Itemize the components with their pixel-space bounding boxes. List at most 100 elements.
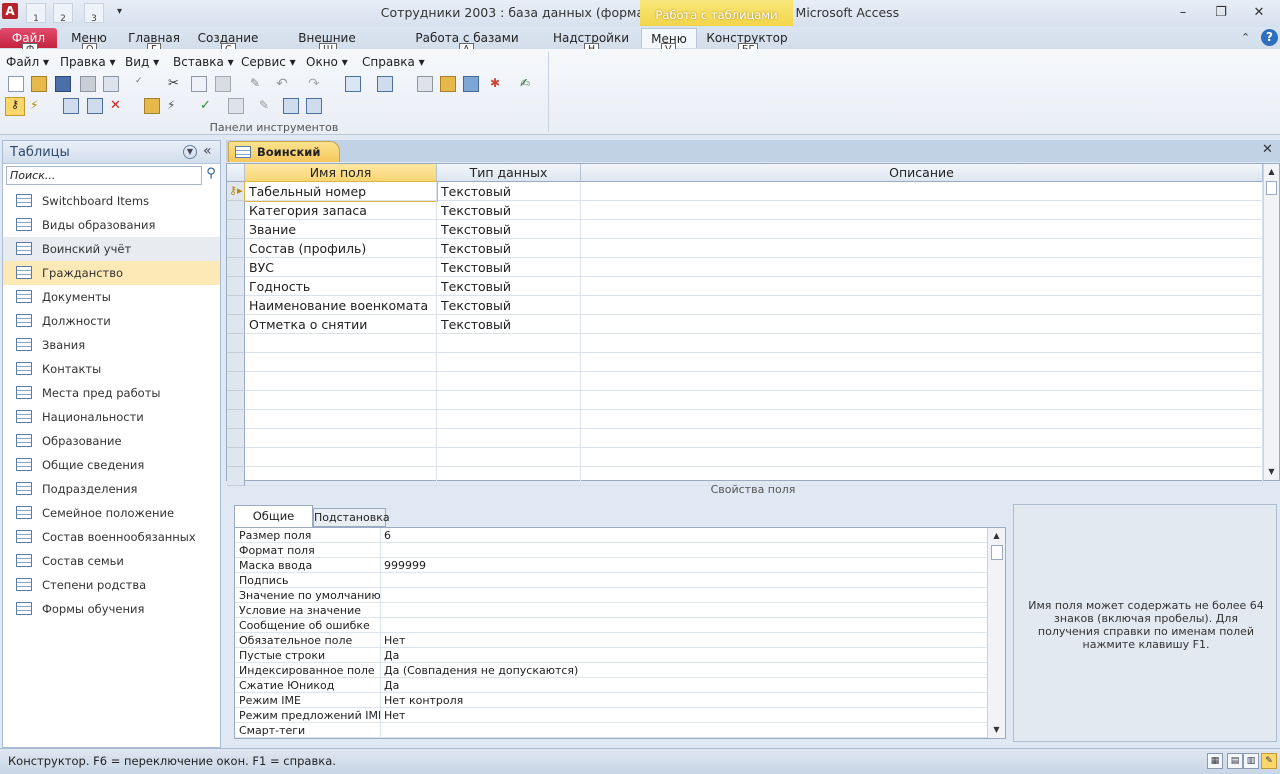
nav-item-table[interactable]: Национальности	[3, 405, 220, 429]
property-value[interactable]	[380, 588, 987, 603]
description-cell[interactable]	[581, 258, 1263, 277]
nav-item-table[interactable]: Виды образования	[3, 213, 220, 237]
undo-icon[interactable]: ↶	[276, 76, 292, 92]
chevron-down-icon[interactable]: ▼	[183, 145, 197, 159]
row-selector[interactable]	[227, 334, 245, 353]
description-cell[interactable]	[581, 353, 1263, 372]
field-name-cell[interactable]: Звание	[245, 220, 437, 239]
build-icon[interactable]: ⚡	[30, 98, 46, 114]
property-row[interactable]: Условие на значение	[235, 603, 987, 618]
row-selector[interactable]	[227, 258, 245, 277]
table-row[interactable]	[245, 410, 1263, 429]
new-icon[interactable]	[8, 76, 24, 92]
data-type-cell[interactable]: Текстовый	[437, 201, 581, 220]
grid-scrollbar[interactable]: ▲ ▼	[1263, 164, 1279, 480]
insert-rows-icon[interactable]	[63, 98, 79, 114]
tab-lookup[interactable]: Подстановка	[313, 508, 390, 527]
menu-view[interactable]: Вид ▾	[125, 55, 159, 71]
table-row[interactable]: ВУС Текстовый	[245, 258, 1263, 277]
description-cell[interactable]	[581, 429, 1263, 448]
description-cell[interactable]	[581, 410, 1263, 429]
menu-window[interactable]: Окно ▾	[306, 55, 348, 71]
property-row[interactable]: Сжатие Юникод Да	[235, 678, 987, 693]
description-cell[interactable]	[581, 182, 1263, 201]
nav-item-table[interactable]: Общие сведения	[3, 453, 220, 477]
table-row[interactable]	[245, 372, 1263, 391]
table-row[interactable]	[245, 448, 1263, 467]
property-sheet-icon[interactable]	[144, 98, 160, 114]
row-selector[interactable]	[227, 429, 245, 448]
nav-item-table[interactable]: Звания	[3, 333, 220, 357]
property-row[interactable]: Формат поля	[235, 543, 987, 558]
nav-item-table[interactable]: Формы обучения	[3, 597, 220, 621]
data-type-cell[interactable]	[437, 334, 581, 353]
property-value[interactable]	[380, 723, 987, 738]
object-dependencies-icon[interactable]	[463, 76, 479, 92]
nav-item-table[interactable]: Контакты	[3, 357, 220, 381]
row-selector[interactable]	[227, 372, 245, 391]
nav-header[interactable]: Таблицы ▼ «	[3, 141, 220, 164]
field-name-cell[interactable]: Наименование военкомата	[245, 296, 437, 315]
nav-item-table[interactable]: Образование	[3, 429, 220, 453]
field-name-cell[interactable]: Отметка о снятии	[245, 315, 437, 334]
data-type-cell[interactable]	[437, 372, 581, 391]
design-view-icon[interactable]: ✎	[1261, 753, 1277, 769]
field-name-cell[interactable]: ВУС	[245, 258, 437, 277]
nav-item-table[interactable]: Документы	[3, 285, 220, 309]
scroll-thumb[interactable]	[1266, 181, 1277, 195]
data-type-cell[interactable]: Текстовый	[437, 182, 581, 201]
field-name-cell[interactable]: Годность	[245, 277, 437, 296]
scroll-down-icon[interactable]: ▼	[989, 722, 1004, 738]
property-row[interactable]: Сообщение об ошибке	[235, 618, 987, 633]
property-value[interactable]	[380, 603, 987, 618]
property-value[interactable]: Нет контроля	[380, 693, 987, 708]
property-row[interactable]: Обязательное поле Нет	[235, 633, 987, 648]
delete-rows-icon[interactable]: ✕	[110, 98, 126, 114]
table-row[interactable]: Наименование военкомата Текстовый	[245, 296, 1263, 315]
nav-item-table[interactable]: Гражданство	[3, 261, 220, 285]
row-selector[interactable]	[227, 239, 245, 258]
description-cell[interactable]	[581, 334, 1263, 353]
paste-icon[interactable]	[215, 76, 231, 92]
field-name-cell[interactable]: Категория запаса	[245, 201, 437, 220]
close-document-icon[interactable]: ✕	[1262, 142, 1273, 157]
property-row[interactable]: Режим предложений IME Нет	[235, 708, 987, 723]
minimize-button[interactable]: –	[1170, 4, 1196, 22]
menu-insert[interactable]: Вставка ▾	[173, 55, 234, 71]
description-cell[interactable]	[581, 372, 1263, 391]
field-name-cell[interactable]	[245, 334, 437, 353]
data-type-cell[interactable]	[437, 391, 581, 410]
column-header-description[interactable]: Описание	[581, 164, 1263, 182]
indexes-icon[interactable]: ⚡	[167, 98, 183, 114]
field-name-cell[interactable]: Табельный номер	[244, 181, 438, 202]
data-type-cell[interactable]	[437, 429, 581, 448]
row-selector[interactable]: ⚷▸	[227, 182, 245, 201]
table-row[interactable]	[245, 429, 1263, 448]
pivot-chart-view-icon[interactable]: ▥	[1243, 753, 1259, 769]
save-icon[interactable]	[55, 76, 71, 92]
search-icon[interactable]: ⚲	[203, 166, 219, 185]
field-name-cell[interactable]	[245, 410, 437, 429]
property-value[interactable]: Да	[380, 648, 987, 663]
office-links-icon[interactable]	[345, 76, 361, 92]
menu-file[interactable]: Файл ▾	[6, 55, 49, 71]
minimize-ribbon-icon[interactable]: ⌃	[1241, 31, 1250, 44]
menu-edit[interactable]: Правка ▾	[60, 55, 116, 71]
table-row[interactable]	[245, 391, 1263, 410]
nav-item-table[interactable]: Места пред работы	[3, 381, 220, 405]
collapse-pane-icon[interactable]: «	[203, 143, 212, 159]
property-value[interactable]: Нет	[380, 633, 987, 648]
property-row[interactable]: Пустые строки Да	[235, 648, 987, 663]
field-name-cell[interactable]: Состав (профиль)	[245, 239, 437, 258]
description-cell[interactable]	[581, 201, 1263, 220]
property-value[interactable]: 999999	[380, 558, 987, 573]
property-value[interactable]	[380, 618, 987, 633]
description-cell[interactable]	[581, 277, 1263, 296]
properties-icon[interactable]	[417, 76, 433, 92]
column-header-field-name[interactable]: Имя поля	[245, 164, 437, 182]
field-name-cell[interactable]	[245, 353, 437, 372]
description-cell[interactable]	[581, 315, 1263, 334]
nav-item-table[interactable]: Switchboard Items	[3, 189, 220, 213]
property-row[interactable]: Маска ввода 999999	[235, 558, 987, 573]
cut-icon[interactable]: ✂	[168, 76, 184, 92]
